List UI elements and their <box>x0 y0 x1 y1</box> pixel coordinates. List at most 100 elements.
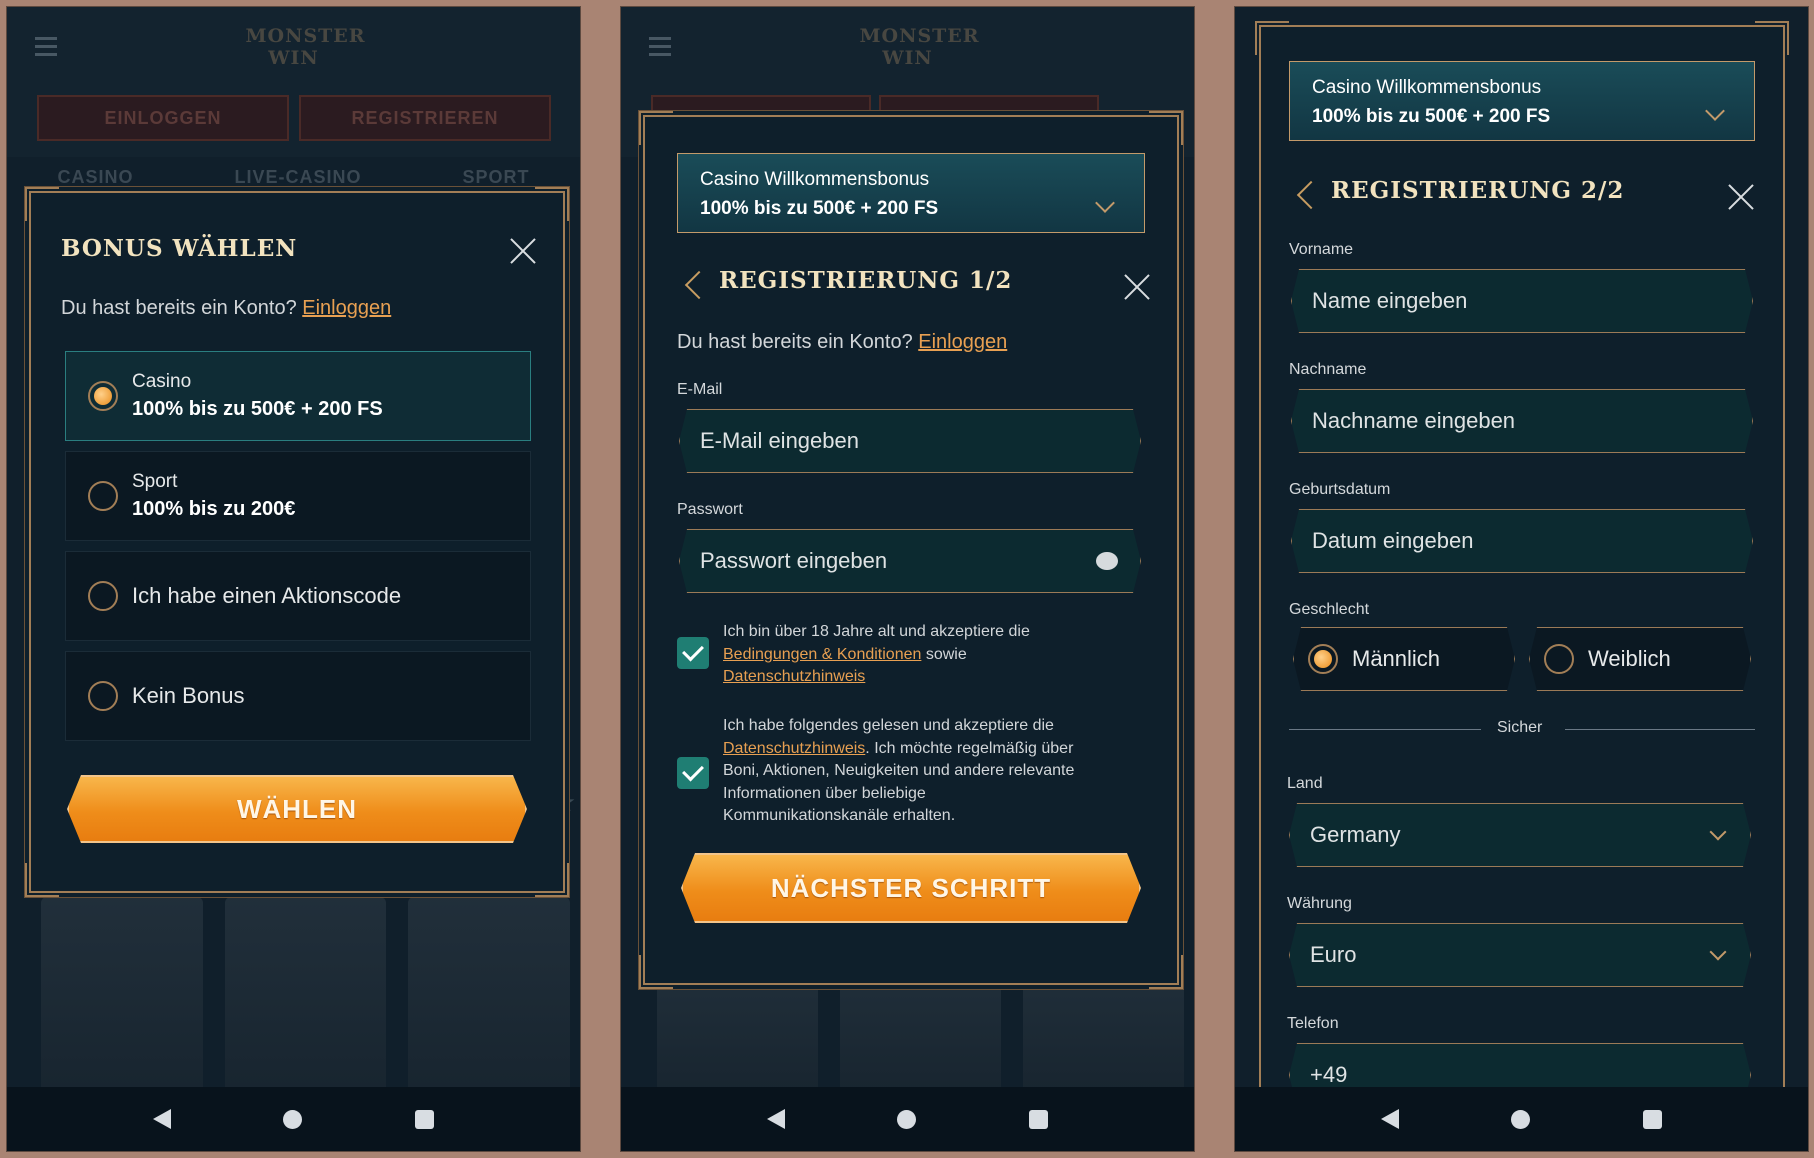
currency-value: Euro <box>1310 942 1357 967</box>
currency-label: Währung <box>1287 895 1352 912</box>
next-step-button[interactable]: NÄCHSTER SCHRITT <box>681 853 1141 923</box>
phone-screen-registration-2: Casino Willkommensbonus 100% bis zu 500€… <box>1234 6 1809 1152</box>
android-nav-bar <box>1235 1087 1808 1151</box>
android-nav-bar <box>7 1087 580 1151</box>
country-select[interactable]: Germany <box>1289 803 1751 867</box>
gender-option-female[interactable]: Weiblich <box>1529 627 1751 691</box>
promo-title: Casino Willkommensbonus <box>700 169 930 190</box>
radio-icon[interactable] <box>88 681 118 711</box>
bonus-modal: BONUS WÄHLEN Du hast bereits ein Konto? … <box>25 187 569 897</box>
home-icon[interactable] <box>1511 1109 1531 1129</box>
home-icon[interactable] <box>283 1109 303 1129</box>
radio-icon[interactable] <box>1544 644 1574 674</box>
divider <box>1565 729 1755 730</box>
logo-text-2: WIN <box>882 47 933 69</box>
back-icon[interactable] <box>153 1109 172 1129</box>
consent-text-line: sowie <box>921 645 967 663</box>
recent-apps-icon[interactable] <box>1642 1109 1662 1129</box>
close-icon[interactable] <box>1727 183 1755 211</box>
lastname-field[interactable]: Nachname eingeben <box>1291 389 1753 453</box>
radio-icon[interactable] <box>88 581 118 611</box>
password-placeholder: Passwort eingeben <box>700 548 888 573</box>
logo-text-2: WIN <box>268 47 319 69</box>
firstname-field[interactable]: Name eingeben <box>1291 269 1753 333</box>
modal-title: REGISTRIERUNG 2/2 <box>1331 177 1625 204</box>
consent-marketing-text: Ich habe folgendes gelesen und akzeptier… <box>723 715 1153 828</box>
consent-text-line: Ich habe folgendes gelesen und akzeptier… <box>723 717 1054 734</box>
divider <box>1289 729 1481 730</box>
currency-select[interactable]: Euro <box>1289 923 1751 987</box>
login-link[interactable]: Einloggen <box>918 331 1007 353</box>
bonus-option-sport[interactable]: Sport 100% bis zu 200€ <box>65 451 531 541</box>
account-prompt-text: Du hast bereits ein Konto? <box>677 331 913 353</box>
close-icon[interactable] <box>1123 273 1151 301</box>
android-nav-bar <box>621 1087 1194 1151</box>
gender-label: Geschlecht <box>1289 601 1370 618</box>
account-prompt: Du hast bereits ein Konto? Einloggen <box>61 297 391 320</box>
modal-title: REGISTRIERUNG 1/2 <box>719 267 1013 294</box>
choose-button[interactable]: WÄHLEN <box>67 775 527 843</box>
welcome-bonus-dropdown[interactable]: Casino Willkommensbonus 100% bis zu 500€… <box>677 153 1145 233</box>
consent-marketing-checkbox[interactable] <box>677 757 709 789</box>
background-tabs: CASINO LIVE-CASINO SPORT <box>7 167 580 188</box>
back-arrow-icon[interactable] <box>1297 179 1313 209</box>
menu-search-icon[interactable] <box>35 37 67 61</box>
account-prompt: Du hast bereits ein Konto? Einloggen <box>677 331 1007 354</box>
logo-text-1: MONSTER <box>245 25 366 47</box>
background-game-cards <box>41 897 571 1097</box>
bonus-option-promo-code[interactable]: Ich habe einen Aktionscode <box>65 551 531 641</box>
modal-title: BONUS WÄHLEN <box>61 235 298 262</box>
back-arrow-icon[interactable] <box>685 269 701 299</box>
registration-modal-1: Casino Willkommensbonus 100% bis zu 500€… <box>639 111 1183 989</box>
account-prompt-text: Du hast bereits ein Konto? <box>61 297 297 319</box>
secure-label: Sicher <box>1497 719 1543 736</box>
option-name: Ich habe einen Aktionscode <box>132 583 402 608</box>
logo: MONSTER WIN <box>860 25 979 69</box>
privacy-link[interactable]: Datenschutzhinweis <box>723 668 865 685</box>
option-name: Casino <box>132 371 192 392</box>
firstname-label: Vorname <box>1289 241 1354 258</box>
terms-link[interactable]: Bedingungen & Konditionen <box>723 646 921 663</box>
bonus-option-none[interactable]: Kein Bonus <box>65 651 531 741</box>
back-icon[interactable] <box>767 1109 786 1129</box>
email-field[interactable]: E-Mail eingeben <box>679 409 1141 473</box>
back-icon[interactable] <box>1381 1109 1400 1129</box>
recent-apps-icon[interactable] <box>414 1109 434 1129</box>
radio-selected-icon[interactable] <box>88 381 118 411</box>
close-icon[interactable] <box>509 237 537 265</box>
consent-text-line: Kommunikationskanäle erhalten. <box>723 807 956 824</box>
radio-icon[interactable] <box>88 481 118 511</box>
option-value: 100% bis zu 500€ + 200 FS <box>132 398 383 420</box>
privacy-link[interactable]: Datenschutzhinweis <box>723 740 865 757</box>
home-icon[interactable] <box>897 1109 917 1129</box>
promo-value: 100% bis zu 500€ + 200 FS <box>1312 106 1551 127</box>
consent-text-line: . Ich möchte regelmäßig über <box>865 739 1074 757</box>
email-label: E-Mail <box>677 381 723 398</box>
login-link[interactable]: Einloggen <box>302 297 391 319</box>
background-game-cards <box>657 967 1184 1097</box>
radio-selected-icon[interactable] <box>1308 644 1338 674</box>
tab-casino: CASINO <box>57 167 134 187</box>
welcome-bonus-dropdown[interactable]: Casino Willkommensbonus 100% bis zu 500€… <box>1289 61 1755 141</box>
gender-option-male[interactable]: Männlich <box>1293 627 1515 691</box>
gender-female-label: Weiblich <box>1588 646 1671 671</box>
consent-text-line: Boni, Aktionen, Neuigkeiten und andere r… <box>723 762 1075 779</box>
phone-screen-bonus: MONSTER WIN EINLOGGEN REGISTRIEREN CASINO… <box>6 6 581 1152</box>
password-field[interactable]: Passwort eingeben <box>679 529 1141 593</box>
chevron-down-icon <box>1710 824 1727 841</box>
promo-title: Casino Willkommensbonus <box>1312 77 1542 98</box>
gender-male-label: Männlich <box>1352 646 1441 671</box>
password-label: Passwort <box>677 501 743 518</box>
consent-age-checkbox[interactable] <box>677 637 709 669</box>
menu-search-icon[interactable] <box>649 37 681 61</box>
tab-live-casino: LIVE-CASINO <box>234 167 362 187</box>
logo: MONSTER WIN <box>245 25 366 69</box>
country-value: Germany <box>1310 822 1401 847</box>
dob-field[interactable]: Datum eingeben <box>1291 509 1753 573</box>
bonus-option-casino[interactable]: Casino 100% bis zu 500€ + 200 FS <box>65 351 531 441</box>
chevron-down-icon <box>1710 944 1727 961</box>
phone-label: Telefon <box>1287 1015 1339 1032</box>
eye-icon[interactable] <box>1096 552 1118 570</box>
recent-apps-icon[interactable] <box>1028 1109 1048 1129</box>
consent-age-text: Ich bin über 18 Jahre alt und akzeptiere… <box>723 621 1153 689</box>
